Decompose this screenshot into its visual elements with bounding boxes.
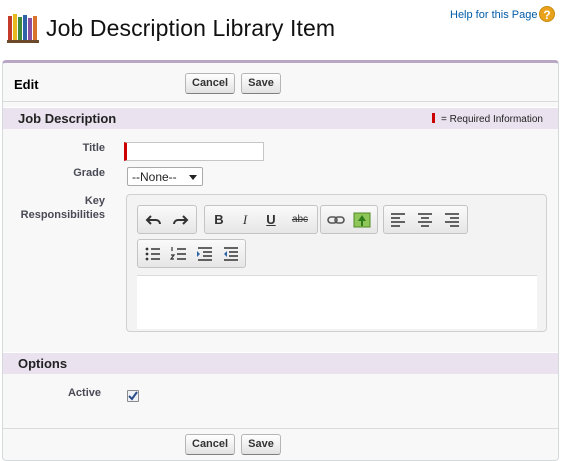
cancel-button-top[interactable]: Cancel [185, 73, 235, 94]
grade-selected-value: --None-- [132, 170, 177, 184]
divider [3, 101, 558, 102]
grade-label: Grade [73, 167, 105, 179]
library-books-icon [7, 14, 39, 43]
strikethrough-icon[interactable]: abc [287, 210, 313, 230]
title-input[interactable] [124, 142, 264, 161]
toolbar-align-group [383, 205, 468, 234]
toolbar-list-group [137, 239, 246, 268]
dropdown-arrow-icon [189, 175, 197, 180]
section-title: Options [18, 356, 68, 371]
edit-block: Edit Cancel Save Job Description = Requi… [2, 60, 559, 461]
help-icon[interactable]: ? [539, 6, 555, 22]
cancel-button-bottom[interactable]: Cancel [185, 434, 235, 455]
page-header: Job Description Library Item Help for th… [0, 0, 561, 58]
save-button-top[interactable]: Save [241, 73, 281, 94]
page-title: Job Description Library Item [46, 15, 336, 41]
undo-icon[interactable] [144, 210, 164, 230]
job-description-section-header: Job Description = Required Information [3, 107, 558, 129]
rich-text-editor: B I U abc [126, 194, 547, 332]
edit-label: Edit [14, 77, 39, 92]
toolbar-style-group: B I U abc [204, 205, 318, 234]
section-title: Job Description [18, 111, 117, 126]
divider [3, 428, 558, 429]
bullet-list-icon[interactable] [143, 244, 163, 264]
italic-icon[interactable]: I [235, 210, 255, 230]
grade-select[interactable]: --None-- [127, 167, 203, 186]
numbered-list-icon[interactable] [169, 244, 189, 264]
link-icon[interactable] [326, 210, 346, 230]
key-responsibilities-label: Key Responsibilities [20, 195, 105, 221]
align-center-icon[interactable] [415, 210, 435, 230]
align-left-icon[interactable] [388, 210, 408, 230]
required-marker [431, 113, 435, 123]
active-label: Active [67, 387, 101, 399]
image-icon[interactable] [352, 210, 372, 230]
bold-icon[interactable]: B [209, 210, 229, 230]
checkmark-icon [128, 391, 138, 401]
toolbar-history-group [137, 205, 197, 234]
key-responsibilities-editor-area[interactable] [137, 275, 537, 329]
redo-icon[interactable] [170, 210, 190, 230]
underline-icon[interactable]: U [261, 210, 281, 230]
active-checkbox[interactable] [127, 390, 139, 402]
help-link[interactable]: Help for this Page [450, 9, 537, 21]
toolbar-insert-group [320, 205, 378, 234]
options-section-header: Options [3, 352, 558, 374]
outdent-icon[interactable] [221, 244, 241, 264]
title-label: Title [82, 142, 105, 154]
align-right-icon[interactable] [442, 210, 462, 230]
save-button-bottom[interactable]: Save [241, 434, 281, 455]
required-legend: = Required Information [431, 113, 543, 125]
indent-icon[interactable] [195, 244, 215, 264]
required-legend-text: = Required Information [440, 114, 543, 125]
